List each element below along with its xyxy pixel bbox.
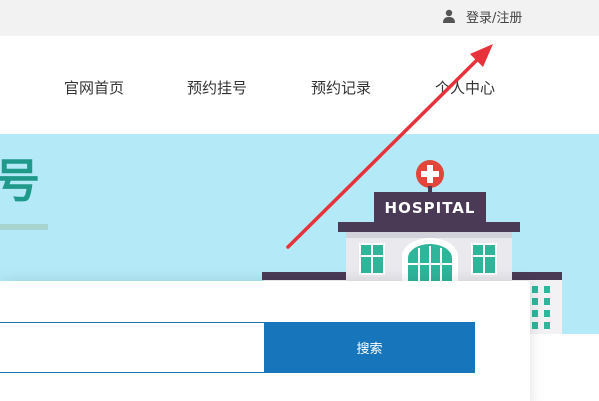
search-button[interactable]: 搜索	[264, 322, 475, 373]
search-input[interactable]	[0, 322, 265, 373]
banner-title: 号	[0, 154, 40, 208]
nav-item-profile[interactable]: 个人中心	[435, 77, 495, 98]
main-nav: 官网首页 预约挂号 预约记录 个人中心	[0, 36, 599, 134]
search-panel: 搜索	[0, 281, 530, 401]
banner-underline	[0, 224, 48, 230]
login-register-label[interactable]: 登录/注册	[466, 7, 522, 26]
nav-item-records[interactable]: 预约记录	[311, 77, 371, 98]
hospital-sign-text: HOSPITAL	[385, 199, 476, 217]
top-bar: 登录/注册	[0, 0, 599, 36]
login-register-link[interactable]: 登录/注册	[442, 6, 522, 26]
nav-item-home[interactable]: 官网首页	[64, 77, 124, 98]
user-icon	[443, 9, 455, 23]
nav-item-appointment[interactable]: 预约挂号	[187, 77, 247, 98]
